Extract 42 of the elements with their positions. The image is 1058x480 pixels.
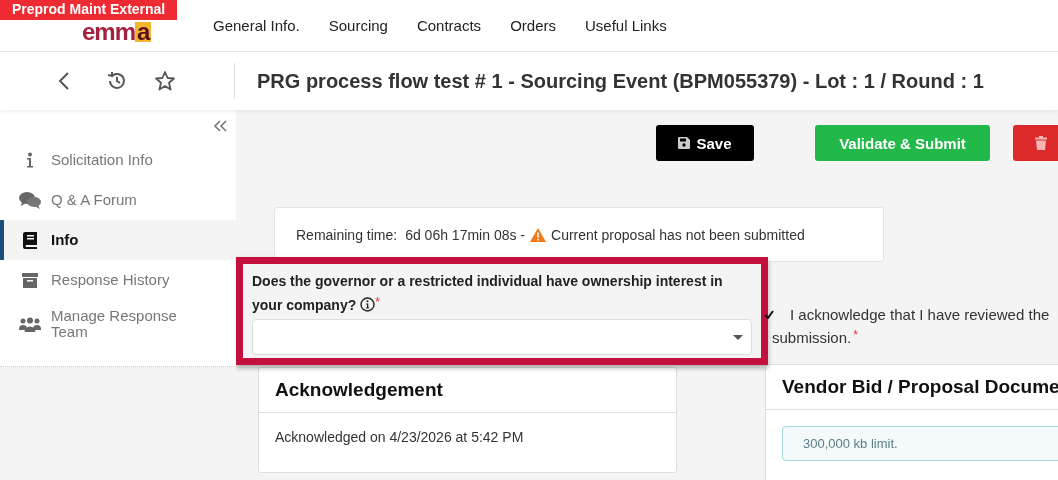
logo[interactable]: emma: [82, 19, 152, 42]
environment-badge: Preprod Maint External: [0, 0, 178, 20]
remaining-time-label: Remaining time:: [296, 226, 398, 243]
trash-icon: [1035, 136, 1047, 150]
sidebar-item[interactable]: Response History: [0, 260, 236, 300]
delete-button[interactable]: [1013, 125, 1058, 161]
nav-link[interactable]: General Info.: [213, 17, 300, 34]
sidebar-item[interactable]: Solicitation Info: [0, 140, 236, 180]
question-label: your company?: [252, 297, 357, 313]
acknowledge-text: submission.: [772, 329, 852, 346]
sidebar-item[interactable]: Manage Response Team: [0, 300, 236, 348]
collapse-icon[interactable]: [213, 120, 227, 132]
warning-icon: [530, 227, 546, 242]
card-title: Acknowledgement: [259, 368, 676, 413]
question-label: Does the governor or a restricted individual have ownership interest in: [252, 272, 724, 291]
history-icon[interactable]: [106, 70, 128, 92]
nav-link[interactable]: Useful Links: [584, 17, 667, 34]
star-icon[interactable]: [154, 70, 176, 92]
book-icon: [22, 231, 37, 249]
chat-icon: [18, 191, 41, 209]
page-title: PRG process flow test # 1 - Sourcing Event (BPM055379) - Lot : 1 / Round : 1: [257, 69, 984, 93]
acknowledged-text: Acknowledged on 4/23/2026 at 5:42 PM: [275, 429, 524, 445]
nav-link[interactable]: Sourcing: [328, 17, 388, 34]
remaining-time-value: 6d 06h 17min 08s -: [405, 226, 525, 243]
info-icon: [25, 152, 34, 168]
caret-icon: [733, 334, 743, 340]
warning-message: Current proposal has not been submitted: [551, 226, 805, 243]
check-icon: [764, 309, 774, 319]
required-mark: *: [853, 328, 858, 342]
floppy-icon: [678, 137, 691, 149]
archive-icon: [21, 272, 38, 288]
back-icon[interactable]: [58, 71, 70, 91]
team-icon: [18, 316, 41, 332]
info-icon[interactable]: [360, 297, 376, 312]
limit-note: 300,000 kb limit.: [782, 426, 1058, 461]
save-button[interactable]: Save: [656, 125, 754, 161]
sidebar-item[interactable]: Q & A Forum: [0, 180, 236, 220]
nav-link[interactable]: Contracts: [416, 17, 482, 34]
nav-link[interactable]: Orders: [510, 17, 556, 34]
required-mark: *: [375, 295, 380, 309]
acknowledge-text: I acknowledge that I have reviewed the: [790, 305, 1050, 325]
sidebar-item[interactable]: Info: [0, 220, 236, 260]
